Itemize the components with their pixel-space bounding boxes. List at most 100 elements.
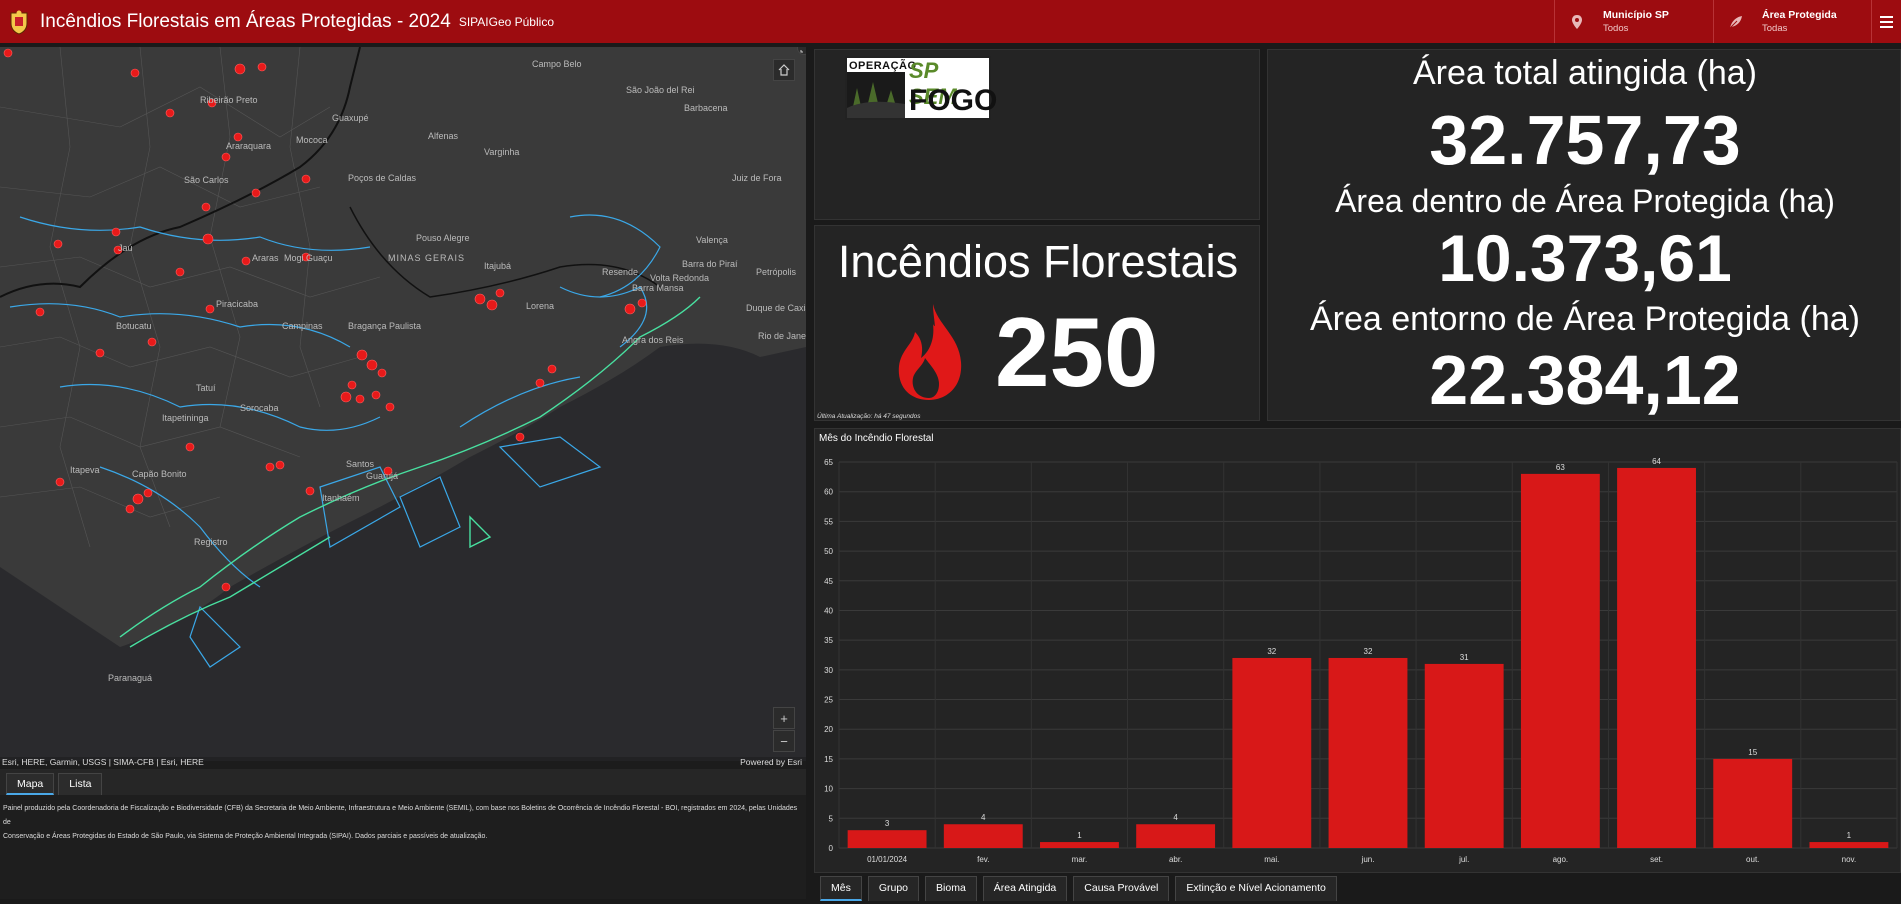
map-place-label: Alfenas xyxy=(428,131,459,141)
menu-button[interactable] xyxy=(1871,0,1901,43)
map-place-label: Lorena xyxy=(526,301,555,311)
fires-count-panel: Incêndios Florestais 250 Última Atualiza… xyxy=(814,225,1260,421)
tab-extincao-nivel-acionamento[interactable]: Extinção e Nível Acionamento xyxy=(1175,876,1337,901)
month-bar-chart: 0 5 10 15 20 25 30 35 40 45 50 55 60 65 3 01/01/2024 4 fe… xyxy=(824,457,1898,864)
tab-bioma[interactable]: Bioma xyxy=(925,876,977,901)
bar-value-label: 3 xyxy=(885,819,890,828)
map-place-label: Paranaguá xyxy=(108,673,153,683)
home-button[interactable] xyxy=(773,59,795,81)
chart-bar[interactable] xyxy=(943,824,1023,848)
chart-bar[interactable] xyxy=(1617,467,1696,848)
areas-panel: Área total atingida (ha) 32.757,73 Área … xyxy=(1267,49,1901,421)
x-tick-label: fev. xyxy=(977,855,989,864)
map-place-label: Pouso Alegre xyxy=(416,233,470,243)
map-place-label: Petrópolis xyxy=(756,267,797,277)
y-tick-label: 20 xyxy=(824,725,833,734)
chart-bar[interactable] xyxy=(1040,842,1119,848)
chart-bar[interactable] xyxy=(1328,657,1408,848)
bar-value-label: 4 xyxy=(981,813,986,822)
chart-bar[interactable] xyxy=(1520,473,1600,848)
footer-note-line: Painel produzido pela Coordenadoria de F… xyxy=(3,805,798,826)
bar-value-label: 32 xyxy=(1364,647,1373,656)
filter-area-protegida-label: Área Protegida xyxy=(1762,8,1837,21)
x-tick-label: jun. xyxy=(1361,855,1375,864)
y-tick-label: 65 xyxy=(824,458,833,467)
map-place-label: Guaxupé xyxy=(332,113,369,123)
map-place-label: Tatuí xyxy=(196,383,216,393)
zoom-out-button[interactable]: − xyxy=(773,730,795,752)
map-place-label: São João del Rei xyxy=(626,85,695,95)
map-place-label: Araras xyxy=(252,253,279,263)
logo-line-3: FOGO xyxy=(909,84,998,117)
tab-grupo[interactable]: Grupo xyxy=(867,876,920,901)
chart-bar[interactable] xyxy=(1809,842,1889,848)
map-place-label: Itapeva xyxy=(70,465,100,475)
map-place-label: Juiz de Fora xyxy=(732,173,782,183)
area-inside-label: Área dentro de Área Protegida (ha) xyxy=(1335,183,1835,219)
fullscreen-icon xyxy=(800,49,806,52)
chart-bar[interactable] xyxy=(1232,657,1312,848)
map-place-label: Valença xyxy=(696,235,728,245)
leaf-icon xyxy=(1729,15,1742,28)
chart-bar[interactable] xyxy=(1136,824,1216,848)
x-tick-label: out. xyxy=(1746,855,1759,864)
powered-by-esri[interactable]: Powered by Esri xyxy=(740,757,802,767)
tab-lista[interactable]: Lista xyxy=(58,773,103,795)
bar-value-label: 63 xyxy=(1556,463,1565,472)
map-place-label: Volta Redonda xyxy=(650,273,710,283)
fires-title: Incêndios Florestais xyxy=(837,236,1239,287)
map-footer-note: Painel produzido pela Coordenadoria de F… xyxy=(0,795,806,899)
operacao-sp-sem-fogo-logo: OPERAÇÃO SP SEM FOGO xyxy=(845,56,997,120)
filter-area-protegida[interactable]: Área Protegida Todas xyxy=(1713,0,1871,43)
x-tick-label: 01/01/2024 xyxy=(867,855,908,864)
tab-mapa[interactable]: Mapa xyxy=(6,773,55,795)
map-place-label: Araraquara xyxy=(226,141,272,151)
map-canvas[interactable] xyxy=(0,47,806,761)
filter-area-protegida-value: Todas xyxy=(1762,22,1788,34)
footer-note-line: Conservação e Áreas Protegidas do Estado… xyxy=(3,833,488,840)
bar-value-label: 31 xyxy=(1460,653,1469,662)
tab-area-atingida[interactable]: Área Atingida xyxy=(982,876,1068,901)
area-inside-value: 10.373,61 xyxy=(1438,221,1732,295)
y-tick-label: 45 xyxy=(824,577,833,586)
y-tick-label: 30 xyxy=(824,666,833,675)
home-icon xyxy=(778,64,790,76)
hamburger-icon xyxy=(1880,15,1893,18)
y-tick-label: 0 xyxy=(829,844,834,853)
area-total-value: 32.757,73 xyxy=(1429,101,1741,179)
map-place-label: São Carlos xyxy=(184,175,229,185)
map-place-label: Ribeirão Preto xyxy=(200,95,258,105)
y-tick-label: 50 xyxy=(824,547,833,556)
map-place-label: Sorocaba xyxy=(240,403,279,413)
filter-municipio[interactable]: Município SP Todos xyxy=(1554,0,1712,43)
location-pin-icon xyxy=(1572,14,1582,29)
map-place-label: Itajubá xyxy=(484,261,512,271)
chart-bar[interactable] xyxy=(1713,758,1793,848)
logo-line-1: OPERAÇÃO xyxy=(849,60,917,72)
bar-value-label: 15 xyxy=(1748,748,1757,757)
tab-mes[interactable]: Mês xyxy=(820,876,862,901)
plus-icon: + xyxy=(780,710,788,726)
chart-bar[interactable] xyxy=(847,830,927,848)
map-view[interactable]: Campo Belo São João del Rei Barbacena Al… xyxy=(0,47,806,761)
y-tick-label: 40 xyxy=(824,606,833,615)
y-tick-label: 35 xyxy=(824,636,833,645)
map-place-label: Rio de Janeiro xyxy=(758,331,806,341)
x-tick-label: jul. xyxy=(1458,855,1469,864)
fires-count: 250 xyxy=(995,297,1159,407)
zoom-in-button[interactable]: + xyxy=(773,707,795,729)
map-place-label: Itanhaém xyxy=(322,493,360,503)
bar-value-label: 4 xyxy=(1173,813,1178,822)
tab-causa-provavel[interactable]: Causa Provável xyxy=(1073,876,1170,901)
map-place-label: Duque de Caxias xyxy=(746,303,806,313)
map-place-label: Itapetininga xyxy=(162,413,209,423)
bar-value-label: 1 xyxy=(1077,831,1082,840)
filter-municipio-value: Todos xyxy=(1603,22,1629,34)
x-tick-label: mar. xyxy=(1072,855,1088,864)
chart-bar[interactable] xyxy=(1424,663,1504,848)
y-tick-label: 60 xyxy=(824,488,833,497)
x-tick-label: ago. xyxy=(1553,855,1569,864)
bar-value-label: 64 xyxy=(1652,457,1661,466)
map-attribution: Esri, HERE, Garmin, USGS | SIMA-CFB | Es… xyxy=(0,757,806,769)
y-tick-label: 25 xyxy=(824,696,833,705)
